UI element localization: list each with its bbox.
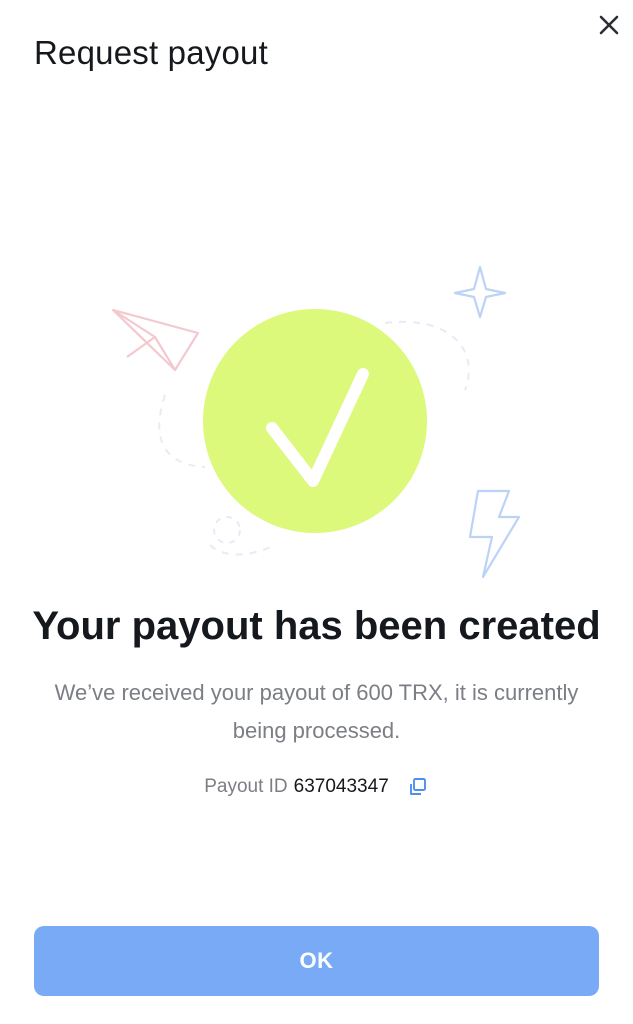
success-headline: Your payout has been created [32, 604, 601, 648]
lightning-icon [468, 489, 521, 579]
payout-id-value: 637043347 [293, 776, 389, 797]
success-circle [203, 309, 427, 533]
sparkle-icon [453, 265, 507, 319]
dashed-orbit [158, 394, 206, 468]
payout-dialog: Request payout Your payout has been crea… [0, 0, 633, 1024]
ok-button[interactable]: OK [34, 926, 599, 996]
paper-plane-icon [111, 308, 200, 372]
close-icon[interactable] [592, 8, 626, 42]
success-message: We’ve received your payout of 600 TRX, i… [54, 680, 579, 743]
success-illustration [111, 265, 521, 579]
payout-id-row: Payout ID 637043347 [0, 776, 633, 798]
copy-icon[interactable] [407, 776, 429, 798]
page-title: Request payout [34, 34, 268, 71]
payout-id-label: Payout ID [204, 776, 288, 797]
